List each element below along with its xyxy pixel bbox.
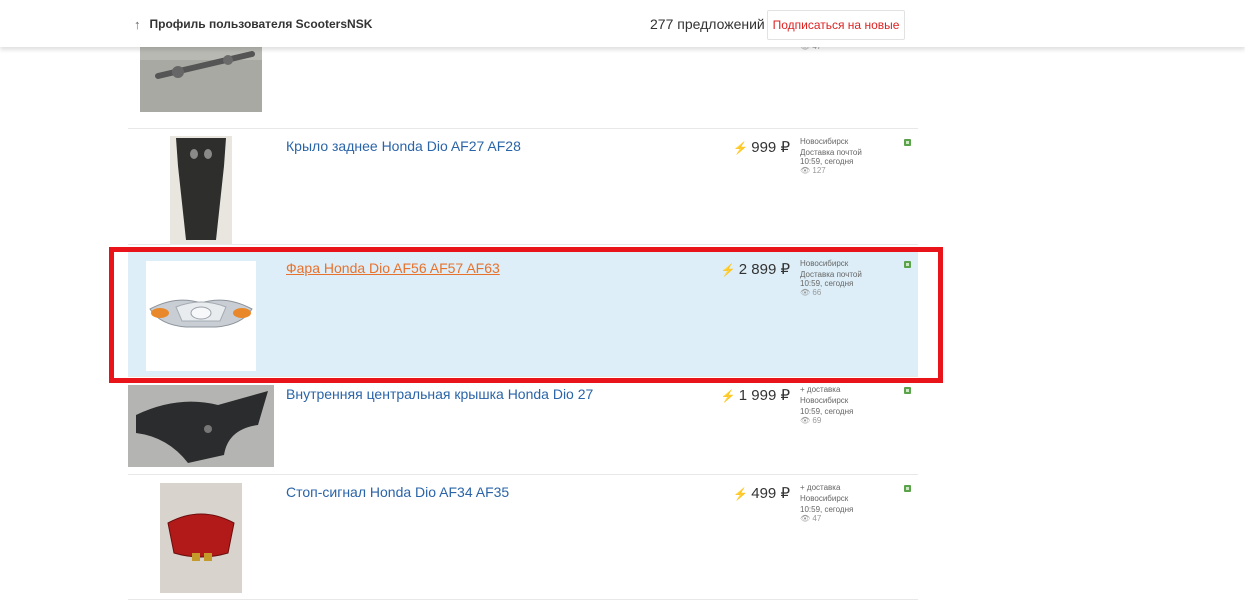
time-label: 10:59, сегодня bbox=[800, 407, 854, 416]
lightning-icon: ⚡ bbox=[720, 263, 736, 277]
listing-row-selected[interactable]: Фара Honda Dio AF56 AF57 AF63 ⚡ 2 899 ₽ Н… bbox=[128, 251, 918, 377]
time-label: 10:59, сегодня bbox=[800, 505, 854, 514]
profile-link-label[interactable]: Профиль пользователя ScootersNSK bbox=[150, 17, 373, 31]
listing-title[interactable]: Внутренняя центральная крышка Honda Dio … bbox=[286, 386, 593, 402]
subscribe-button[interactable]: Подписаться на новые bbox=[767, 10, 905, 40]
price-value: 1 999 ₽ bbox=[738, 387, 790, 404]
lightning-icon: ⚡ bbox=[733, 141, 749, 155]
listing-row[interactable]: Внутренняя центральная крышка Honda Dio … bbox=[128, 377, 918, 475]
offers-count: 277 предложений bbox=[650, 16, 765, 32]
listing-thumbnail[interactable] bbox=[170, 136, 232, 244]
listing-thumbnail[interactable] bbox=[128, 385, 274, 467]
city-label: Новосибирск bbox=[800, 137, 849, 146]
listing-meta: Новосибирск Доставка почтой 10:59, сегод… bbox=[800, 137, 895, 175]
listing-price: ⚡ 1 999 ₽ bbox=[721, 386, 790, 404]
listing-title[interactable]: Фара Honda Dio AF56 AF57 AF63 bbox=[286, 260, 500, 276]
listing-price: ⚡ 499 ₽ bbox=[733, 484, 790, 502]
rear-fender-image bbox=[170, 136, 232, 244]
listing-meta: Новосибирск Доставка почтой 10:59, сегод… bbox=[800, 259, 895, 297]
delivery-label: + доставка bbox=[800, 385, 841, 394]
delivery-label: Доставка почтой bbox=[800, 270, 862, 279]
city-label: Новосибирск bbox=[800, 396, 849, 405]
time-label: 10:59, сегодня bbox=[800, 157, 854, 166]
listing-thumbnail[interactable] bbox=[160, 483, 242, 593]
listing-price: ⚡ 2 899 ₽ bbox=[721, 260, 790, 278]
views-count: 👁 66 bbox=[800, 288, 822, 297]
views-count: 👁 47 bbox=[800, 514, 822, 523]
favorite-icon[interactable] bbox=[904, 387, 911, 394]
delivery-label: Доставка почтой bbox=[800, 148, 862, 157]
price-value: 499 ₽ bbox=[751, 485, 790, 502]
profile-back-link[interactable]: ↑ Профиль пользователя ScootersNSK bbox=[134, 17, 372, 31]
headlight-image bbox=[146, 261, 256, 371]
city-label: Новосибирск bbox=[800, 494, 849, 503]
center-cover-image bbox=[128, 385, 274, 467]
city-label: Новосибирск bbox=[800, 259, 849, 268]
price-value: 2 899 ₽ bbox=[738, 261, 790, 278]
views-count: 👁 127 bbox=[800, 166, 826, 175]
listing-row[interactable]: Крыло заднее Honda Dio AF27 AF28 ⚡ 999 ₽ … bbox=[128, 129, 918, 245]
favorite-icon[interactable] bbox=[904, 485, 911, 492]
tail-light-image bbox=[160, 483, 242, 593]
views-count: 👁 69 bbox=[800, 416, 822, 425]
arrow-up-icon: ↑ bbox=[134, 16, 141, 32]
listing-title[interactable]: Крыло заднее Honda Dio AF27 AF28 bbox=[286, 138, 521, 154]
listing-row[interactable]: Стоп-сигнал Honda Dio AF34 AF35 ⚡ 499 ₽ +… bbox=[128, 475, 918, 600]
listing-meta: + доставка Новосибирск 10:59, сегодня 👁 … bbox=[800, 483, 895, 523]
lightning-icon: ⚡ bbox=[733, 487, 749, 501]
lightning-icon: ⚡ bbox=[720, 389, 736, 403]
favorite-icon[interactable] bbox=[904, 261, 911, 268]
listing-thumbnail[interactable] bbox=[146, 261, 256, 371]
listing-meta: + доставка Новосибирск 10:59, сегодня 👁 … bbox=[800, 385, 895, 425]
favorite-icon[interactable] bbox=[904, 139, 911, 146]
listing-title[interactable]: Стоп-сигнал Honda Dio AF34 AF35 bbox=[286, 484, 509, 500]
delivery-label: + доставка bbox=[800, 483, 841, 492]
time-label: 10:59, сегодня bbox=[800, 279, 854, 288]
price-value: 999 ₽ bbox=[751, 139, 790, 156]
top-bar: ↑ Профиль пользователя ScootersNSK 277 п… bbox=[0, 0, 1245, 47]
listing-price: ⚡ 999 ₽ bbox=[733, 138, 790, 156]
